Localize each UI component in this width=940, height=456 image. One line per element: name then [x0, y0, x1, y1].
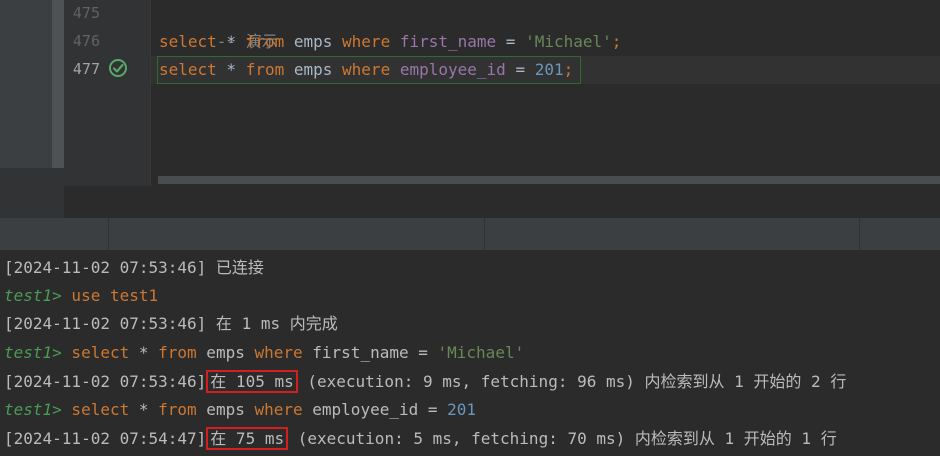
sql-token: = — [505, 60, 535, 79]
sql-column: first_name — [302, 343, 409, 362]
console-line: [2024-11-02 07:53:46] 在 105 ms (execution… — [4, 368, 846, 396]
timestamp: [2024-11-02 07:54:47] — [4, 429, 207, 448]
left-tool-rail — [0, 0, 52, 168]
timestamp: [2024-11-02 07:53:46] — [4, 372, 207, 391]
console-prompt: test1> — [4, 343, 62, 362]
timestamp: [2024-11-02 07:53:46] — [4, 314, 207, 333]
sql-token: * — [129, 400, 159, 419]
console-message: 已连接 — [206, 258, 264, 277]
execution-time-highlight: 在 75 ms — [206, 427, 289, 450]
sql-token: emps — [196, 400, 255, 419]
gutter-line: 476 — [64, 28, 150, 56]
execution-time-highlight: 在 105 ms — [206, 370, 298, 393]
sql-string: 'Michael' — [525, 32, 612, 51]
sql-token: * — [216, 60, 246, 79]
check-circle-icon[interactable] — [108, 58, 128, 78]
console-line: test1> use test1 — [4, 282, 158, 310]
sql-keyword: from — [245, 60, 285, 79]
sql-token: emps — [196, 343, 255, 362]
sql-editor[interactable]: 475 476 477 -- 演示 select * from emps whe… — [0, 0, 940, 218]
sql-keyword: from — [158, 400, 197, 419]
line-number: 475 — [72, 4, 100, 22]
line-number-gutter: 475 476 477 — [64, 0, 150, 186]
sql-keyword: select — [61, 400, 130, 419]
timestamp: [2024-11-02 07:53:46] — [4, 258, 207, 277]
sql-keyword: from — [245, 32, 285, 51]
console-message: (execution: 9 ms, fetching: 96 ms) 内检索到从… — [297, 372, 847, 391]
line-number: 476 — [72, 32, 100, 50]
sql-token: ; — [611, 32, 622, 51]
panel-header-segment[interactable] — [109, 218, 485, 250]
code-line-current[interactable]: select * from emps where employee_id = 2… — [159, 56, 573, 84]
sql-column: first_name — [399, 32, 497, 51]
console-prompt: test1> — [4, 286, 62, 305]
sql-token: = — [496, 32, 526, 51]
sql-token: ; — [563, 60, 574, 79]
rail-scrollbar[interactable] — [52, 0, 64, 168]
console-line: [2024-11-02 07:53:46] 已连接 — [4, 254, 264, 282]
sql-keyword: where — [254, 400, 303, 419]
sql-column: employee_id — [302, 400, 419, 419]
sql-keyword: select — [159, 60, 217, 79]
console-line: test1> select * from emps where first_na… — [4, 339, 524, 367]
gutter-line: 475 — [64, 0, 150, 28]
rail-bottom — [0, 168, 64, 218]
sql-keyword: where — [254, 343, 303, 362]
sql-number: 201 — [534, 60, 564, 79]
output-console[interactable]: [2024-11-02 07:53:46] 已连接 test1> use tes… — [0, 250, 940, 456]
console-message: 在 1 ms 内完成 — [206, 314, 338, 333]
sql-token: emps — [284, 60, 343, 79]
sql-keyword: select — [159, 32, 217, 51]
panel-header-segment[interactable] — [485, 218, 860, 250]
sql-string: 'Michael' — [437, 343, 525, 362]
sql-token: * — [216, 32, 246, 51]
console-message: (execution: 5 ms, fetching: 70 ms) 内检索到从… — [288, 429, 837, 448]
sql-keyword: use test1 — [61, 286, 159, 305]
console-line: [2024-11-02 07:54:47] 在 75 ms (execution:… — [4, 425, 837, 453]
sql-token: = — [408, 343, 438, 362]
code-area[interactable]: -- 演示 select * from emps where first_nam… — [150, 0, 940, 186]
console-prompt: test1> — [4, 400, 62, 419]
sql-number: 201 — [447, 400, 477, 419]
sql-token: = — [418, 400, 448, 419]
code-line[interactable]: -- 演示 — [159, 0, 278, 51]
line-number: 477 — [72, 60, 100, 78]
sql-keyword: from — [158, 343, 197, 362]
services-panel-header — [0, 218, 940, 250]
console-line: test1> select * from emps where employee… — [4, 396, 476, 424]
sql-token: emps — [284, 32, 343, 51]
horizontal-scrollbar[interactable] — [158, 176, 940, 184]
sql-keyword: select — [61, 343, 130, 362]
sql-token: * — [129, 343, 159, 362]
sql-column: employee_id — [399, 60, 506, 79]
console-line: [2024-11-02 07:53:46] 在 1 ms 内完成 — [4, 310, 338, 338]
gutter-line-current: 477 — [64, 56, 150, 84]
code-line[interactable]: select * from emps where first_name = 'M… — [159, 28, 621, 56]
sql-keyword: where — [342, 32, 391, 51]
panel-header-segment[interactable] — [0, 218, 109, 250]
sql-keyword: where — [342, 60, 391, 79]
